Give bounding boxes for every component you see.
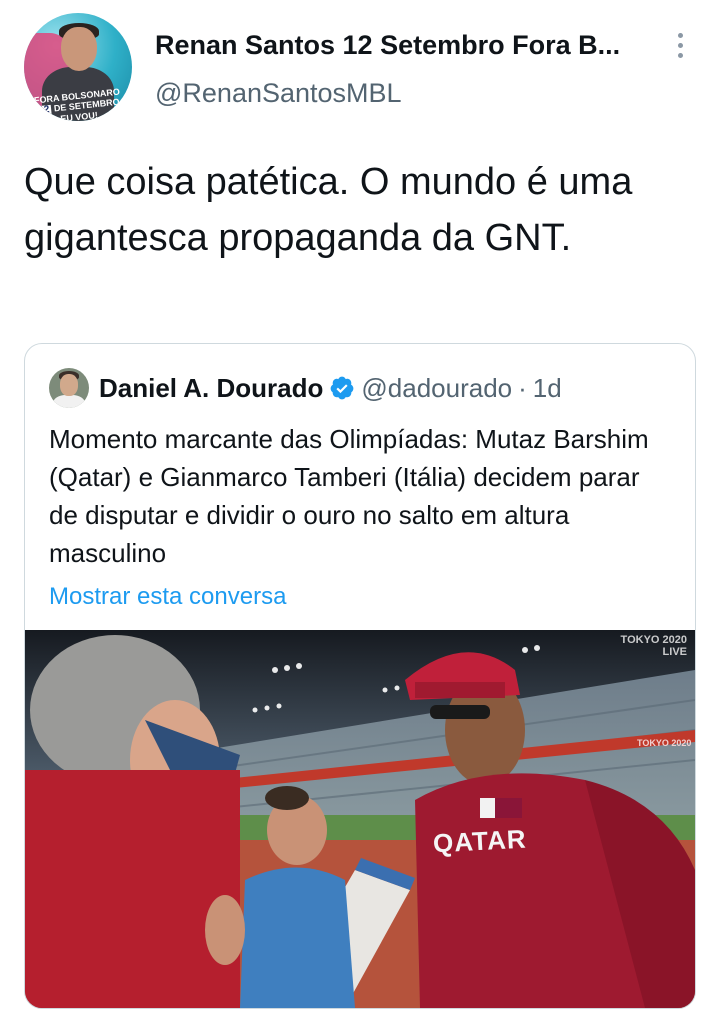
quoted-avatar-head: [60, 374, 78, 396]
video-watermark-line1: TOKYO 2020: [620, 634, 687, 646]
quoted-tweet-header: Daniel A. Dourado @dadourado · 1d: [49, 366, 562, 410]
author-name[interactable]: Renan Santos 12 Setembro Fora B...: [155, 28, 645, 62]
author-handle[interactable]: @RenanSantosMBL: [155, 76, 402, 110]
avatar-head: [61, 27, 97, 71]
avatar-badge-number: 12: [35, 104, 53, 117]
video-watermark: TOKYO 2020 LIVE: [621, 634, 687, 658]
quoted-avatar-body: [53, 395, 85, 408]
quoted-separator: ·: [518, 372, 527, 403]
quoted-tweet-text: Momento marcante das Olimpíadas: Mutaz B…: [49, 424, 656, 568]
more-vertical-icon: [677, 32, 683, 38]
video-watermark-line2: LIVE: [662, 646, 687, 658]
tweet-header: FORA BOLSONARO 12 DE SETEMBRO EU VOU! Re…: [0, 0, 720, 121]
more-options-button[interactable]: [666, 28, 694, 62]
quoted-author-name[interactable]: Daniel A. Dourado: [99, 373, 323, 404]
show-thread-link[interactable]: Mostrar esta conversa: [49, 582, 286, 612]
jersey-text: QATAR: [432, 823, 528, 859]
quoted-author-avatar[interactable]: [49, 368, 89, 408]
quoted-media-video[interactable]: TOKYO 2020 LIVE TOKYO 2020 QATAR: [25, 630, 695, 1008]
verified-badge-icon: [331, 376, 354, 400]
stadium-banner-text: TOKYO 2020: [637, 738, 692, 748]
more-vertical-icon-dot: [677, 42, 683, 48]
quoted-timestamp[interactable]: 1d: [533, 373, 562, 404]
more-vertical-icon-dot: [677, 52, 683, 58]
author-avatar[interactable]: FORA BOLSONARO 12 DE SETEMBRO EU VOU!: [24, 13, 132, 121]
tweet-text: Que coisa patética. O mundo é uma gigant…: [24, 161, 643, 259]
video-still-image: [25, 630, 695, 1008]
quoted-author-handle[interactable]: @dadourado: [361, 373, 512, 404]
quoted-tweet-card[interactable]: Daniel A. Dourado @dadourado · 1d Moment…: [24, 343, 696, 1009]
